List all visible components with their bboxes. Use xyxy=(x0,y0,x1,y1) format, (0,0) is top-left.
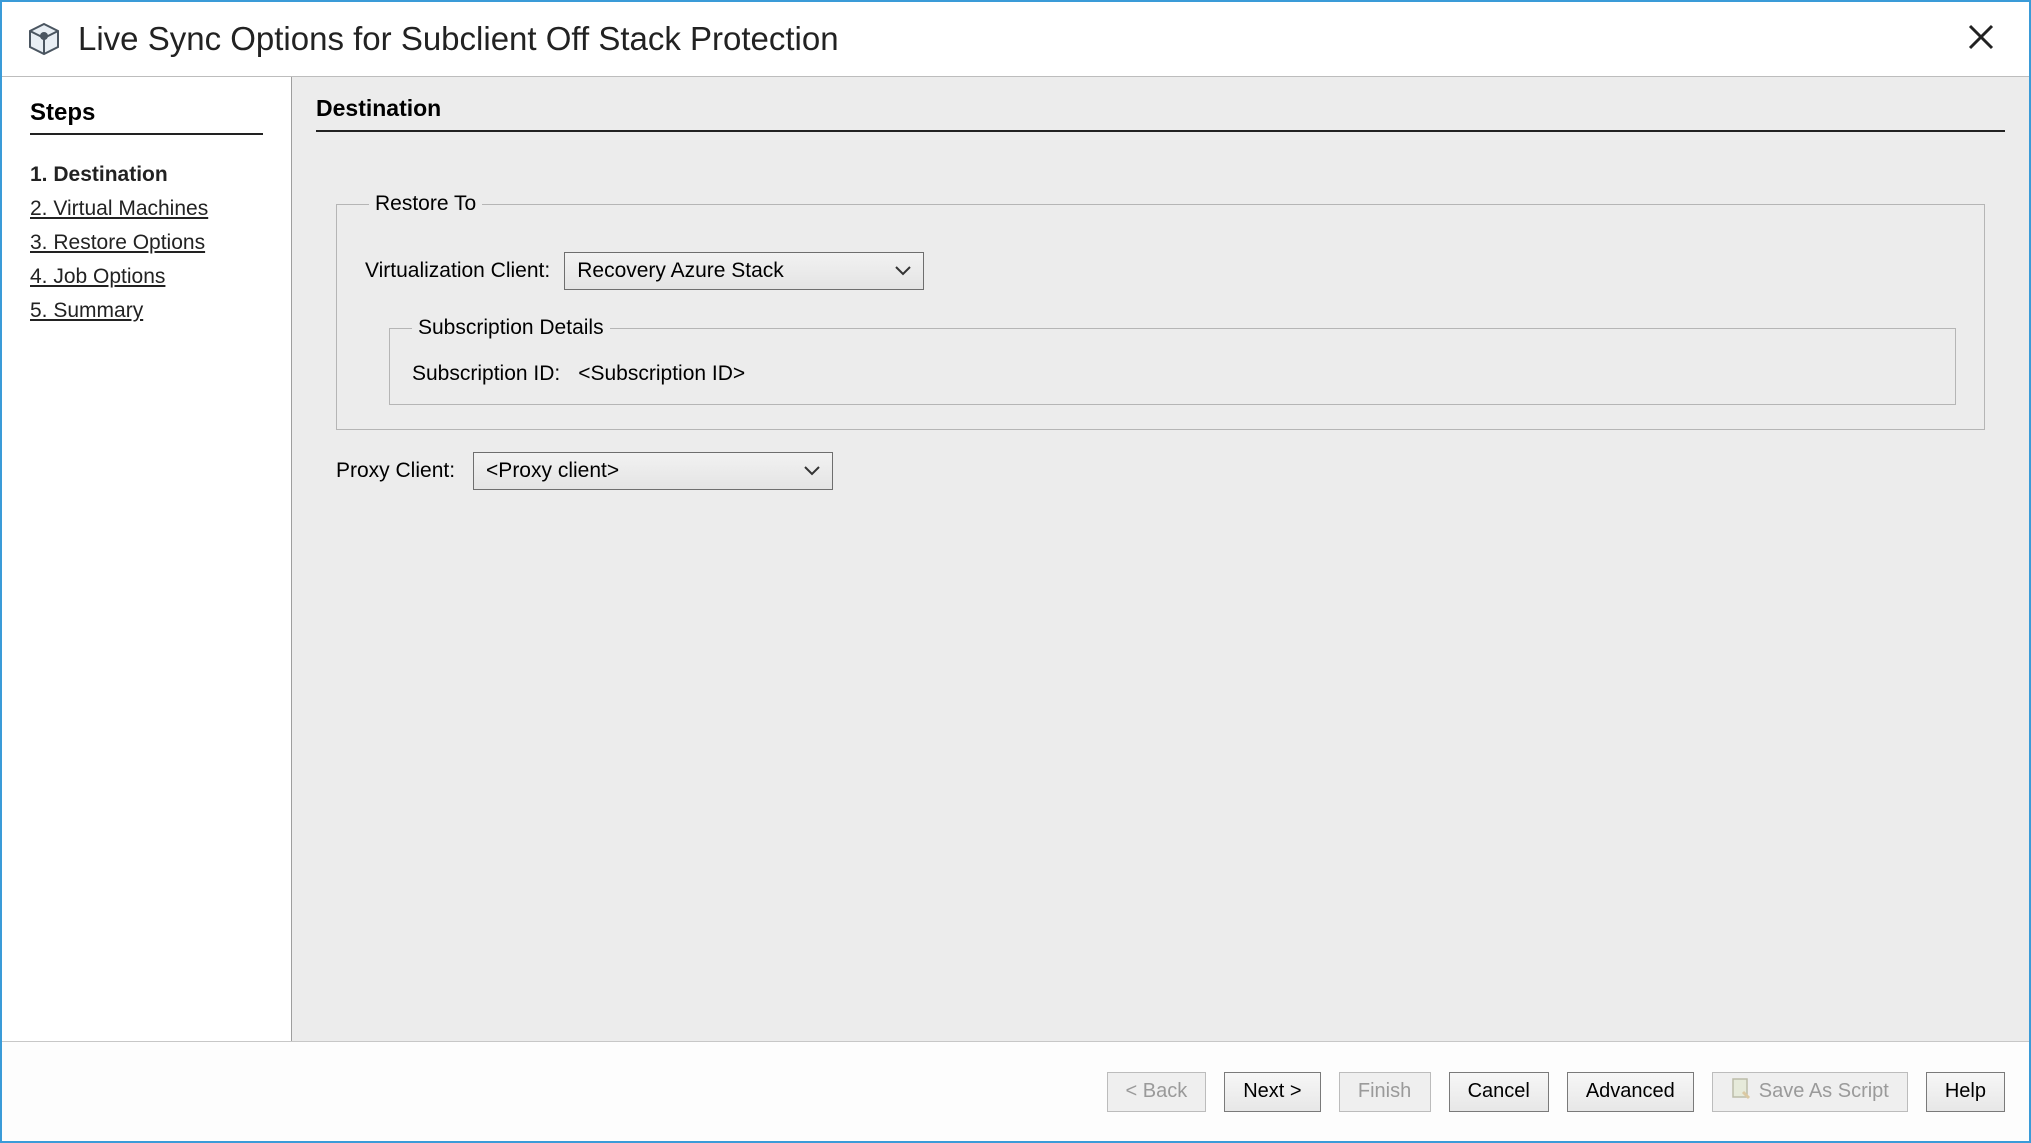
proxy-client-label: Proxy Client: xyxy=(336,459,455,483)
restore-to-legend: Restore To xyxy=(369,192,482,216)
chevron-down-icon xyxy=(804,466,820,476)
main-panel: Destination Restore To Virtualization Cl… xyxy=(292,77,2029,1041)
chevron-down-icon xyxy=(895,266,911,276)
save-as-script-button: Save As Script xyxy=(1712,1072,1908,1112)
step-virtual-machines[interactable]: 2. Virtual Machines xyxy=(30,197,263,221)
virtualization-client-select[interactable]: Recovery Azure Stack xyxy=(564,252,924,290)
steps-heading: Steps xyxy=(30,99,263,135)
dialog-footer: < Back Next > Finish Cancel Advanced Sav… xyxy=(2,1041,2029,1141)
dialog-title: Live Sync Options for Subclient Off Stac… xyxy=(78,20,1957,58)
next-button[interactable]: Next > xyxy=(1224,1072,1320,1112)
dialog-body: Steps 1. Destination 2. Virtual Machines… xyxy=(2,76,2029,1041)
subscription-id-label: Subscription ID: xyxy=(412,362,560,386)
save-as-script-label: Save As Script xyxy=(1759,1080,1889,1103)
proxy-client-value: <Proxy client> xyxy=(486,459,619,483)
titlebar: Live Sync Options for Subclient Off Stac… xyxy=(2,2,2029,76)
subscription-id-row: Subscription ID: <Subscription ID> xyxy=(412,362,1933,386)
close-icon[interactable] xyxy=(1957,17,2005,61)
subscription-id-value: <Subscription ID> xyxy=(578,362,745,386)
advanced-button[interactable]: Advanced xyxy=(1567,1072,1694,1112)
back-button: < Back xyxy=(1107,1072,1207,1112)
step-job-options[interactable]: 4. Job Options xyxy=(30,265,263,289)
step-restore-options[interactable]: 3. Restore Options xyxy=(30,231,263,255)
finish-button: Finish xyxy=(1339,1072,1431,1112)
dialog-window: Live Sync Options for Subclient Off Stac… xyxy=(0,0,2031,1143)
script-icon xyxy=(1731,1078,1751,1106)
virtualization-client-label: Virtualization Client: xyxy=(365,259,550,283)
virtualization-client-value: Recovery Azure Stack xyxy=(577,259,784,283)
steps-sidebar: Steps 1. Destination 2. Virtual Machines… xyxy=(2,77,292,1041)
proxy-client-row: Proxy Client: <Proxy client> xyxy=(336,452,1985,490)
subscription-details-legend: Subscription Details xyxy=(412,316,610,340)
virtualization-client-row: Virtualization Client: Recovery Azure St… xyxy=(365,252,1956,290)
subscription-details-group: Subscription Details Subscription ID: <S… xyxy=(389,316,1956,405)
proxy-client-select[interactable]: <Proxy client> xyxy=(473,452,833,490)
step-destination[interactable]: 1. Destination xyxy=(30,163,263,187)
step-summary[interactable]: 5. Summary xyxy=(30,299,263,323)
restore-to-group: Restore To Virtualization Client: Recove… xyxy=(336,192,1985,430)
help-button[interactable]: Help xyxy=(1926,1072,2005,1112)
cancel-button[interactable]: Cancel xyxy=(1449,1072,1549,1112)
page-title: Destination xyxy=(316,95,2005,132)
app-icon xyxy=(26,21,62,57)
